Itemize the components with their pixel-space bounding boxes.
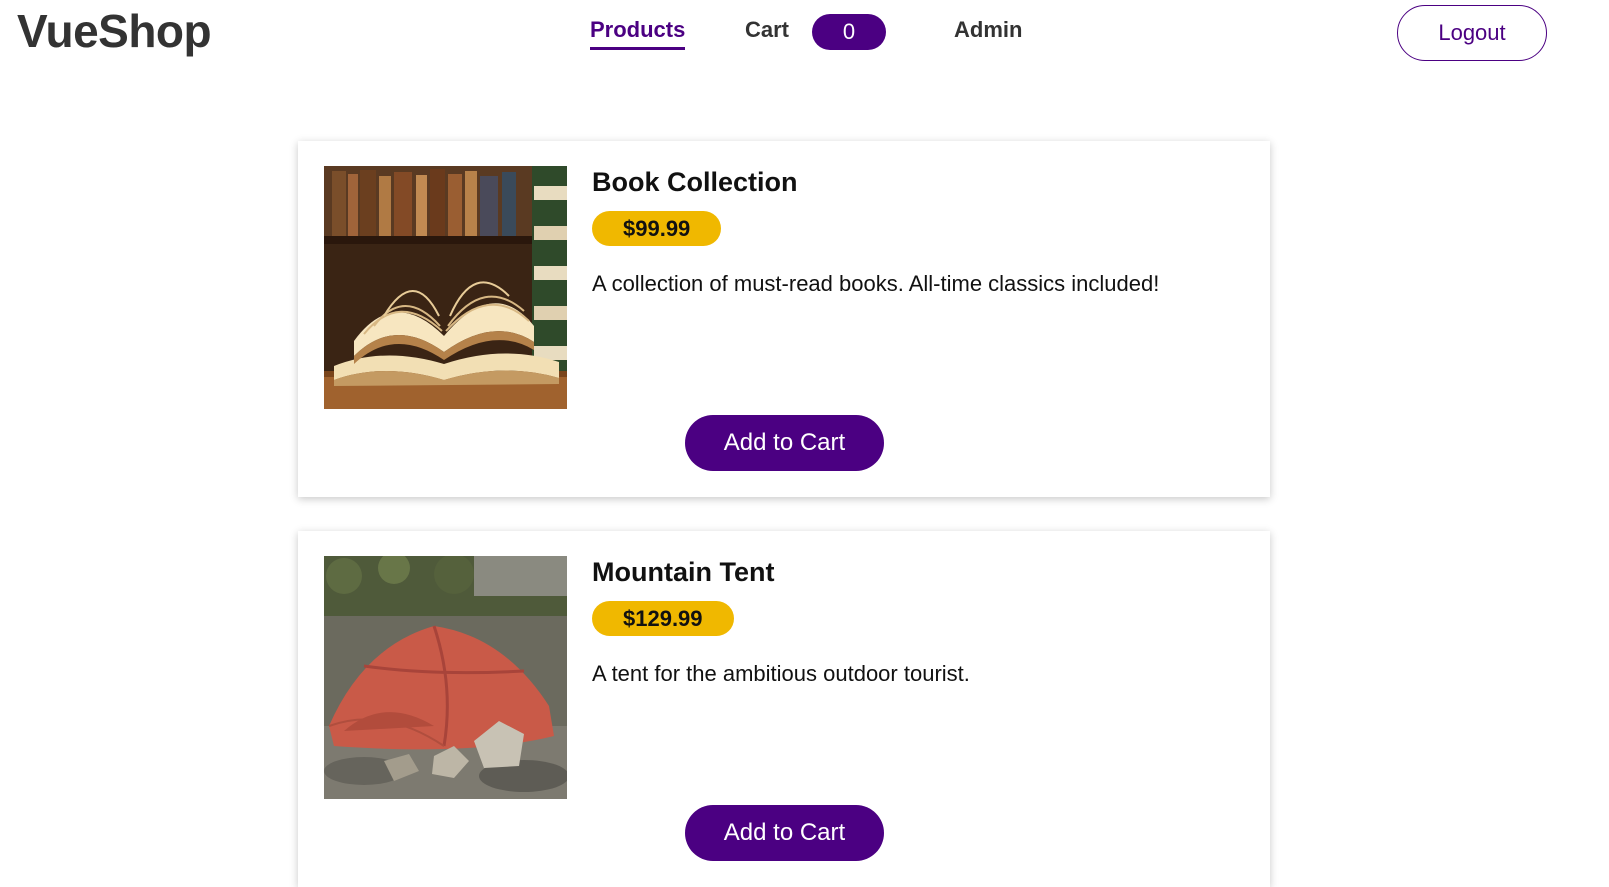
brand-logo[interactable]: VueShop [17, 4, 212, 58]
add-to-cart-button[interactable]: Add to Cart [685, 415, 884, 471]
product-description: A collection of must-read books. All-tim… [592, 271, 1160, 296]
top-navbar: VueShop Products Cart 0 Admin Logout [0, 0, 1609, 70]
nav-admin-link[interactable]: Admin [954, 17, 1022, 43]
price-badge: $129.99 [592, 601, 734, 636]
add-to-cart-button[interactable]: Add to Cart [685, 805, 884, 861]
books-image-icon [324, 166, 567, 409]
tent-image-icon [324, 556, 567, 799]
cart-count-badge[interactable]: 0 [812, 14, 886, 50]
nav-products-link[interactable]: Products [590, 17, 686, 50]
product-card: Mountain Tent $129.99 A tent for the amb… [298, 531, 1270, 887]
price-badge: $99.99 [592, 211, 722, 246]
product-title: Mountain Tent [592, 557, 775, 587]
logout-button[interactable]: Logout [1397, 5, 1547, 61]
nav-cart-link[interactable]: Cart [745, 17, 789, 43]
product-description: A tent for the ambitious outdoor tourist… [592, 661, 970, 686]
product-title: Book Collection [592, 167, 798, 197]
product-card: Book Collection $99.99 A collection of m… [298, 141, 1270, 497]
product-image-books [324, 166, 567, 409]
product-image-tent [324, 556, 567, 799]
